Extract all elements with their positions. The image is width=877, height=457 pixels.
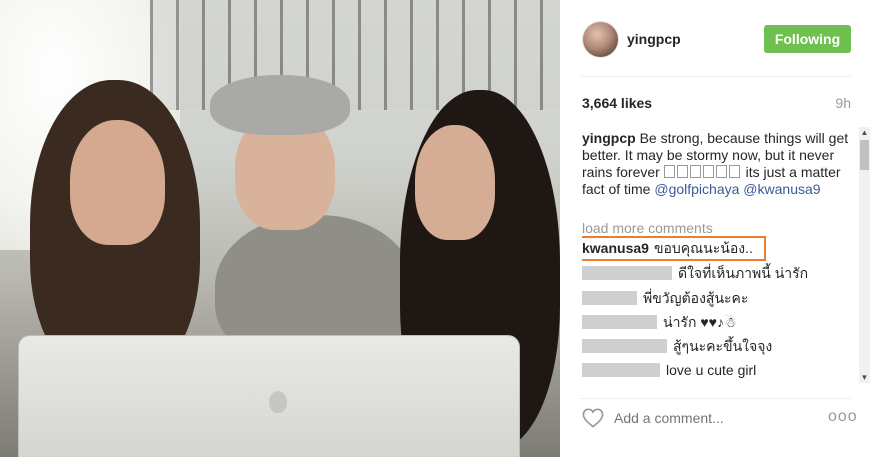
- comments-list: yingpcp Be strong, because things will g…: [582, 127, 857, 385]
- unsupported-glyphs: [663, 164, 742, 180]
- load-more-comments[interactable]: load more comments: [582, 220, 713, 237]
- post-footer: ooo: [560, 400, 877, 457]
- avatar[interactable]: [582, 21, 619, 58]
- header-divider: [580, 76, 851, 77]
- post-header: yingpcp Following: [560, 0, 877, 76]
- comment-text: ขอบคุณนะน้อง..: [653, 239, 753, 256]
- scroll-thumb[interactable]: [860, 140, 869, 170]
- more-options-icon[interactable]: ooo: [828, 408, 858, 426]
- blurred-username: [582, 266, 672, 280]
- mention-link[interactable]: @golfpichaya: [654, 181, 739, 197]
- comment-row: พี่ขวัญต้องสู้นะคะ: [582, 289, 748, 307]
- photo-face-left: [70, 120, 165, 245]
- comments-scrollbar[interactable]: ▲ ▼: [859, 127, 870, 383]
- mention-link[interactable]: @kwanusa9: [743, 181, 820, 197]
- following-button[interactable]: Following: [764, 25, 851, 53]
- blurred-username: [582, 363, 660, 377]
- comment-row: love u cute girl: [582, 361, 756, 379]
- comment-text: น่ารัก ♥♥♪☃: [663, 313, 737, 330]
- blurred-username: [582, 291, 637, 305]
- comment-text: ดีใจที่เห็นภาพนี้ น่ารัก: [678, 264, 809, 281]
- comment-row: สู้ๆนะคะขึ้นใจจุง: [582, 337, 772, 355]
- comment-username[interactable]: kwanusa9: [582, 240, 649, 257]
- comment-text: สู้ๆนะคะขึ้นใจจุง: [673, 337, 773, 354]
- post-side-panel: yingpcp Following 3,664 likes 9h yingpcp…: [560, 0, 877, 457]
- comment-text: พี่ขวัญต้องสู้นะคะ: [643, 289, 749, 306]
- photo-laptop: [18, 335, 520, 457]
- blurred-username: [582, 339, 667, 353]
- likes-count[interactable]: 3,664 likes: [582, 95, 652, 111]
- caption: yingpcp Be strong, because things will g…: [582, 130, 850, 198]
- header-username[interactable]: yingpcp: [627, 31, 681, 47]
- add-comment-input[interactable]: [614, 410, 804, 426]
- photo-face-right: [415, 125, 495, 240]
- footer-divider: [580, 398, 851, 399]
- comment-row: ดีใจที่เห็นภาพนี้ น่ารัก: [582, 264, 808, 282]
- scroll-up-icon[interactable]: ▲: [859, 127, 870, 138]
- blurred-username: [582, 315, 657, 329]
- post-photo[interactable]: [0, 0, 560, 457]
- comment-text: love u cute girl: [666, 361, 757, 378]
- scroll-down-icon[interactable]: ▼: [859, 372, 870, 383]
- post-time[interactable]: 9h: [835, 95, 851, 111]
- photo-cap: [210, 75, 350, 135]
- comment-row: kwanusa9 ขอบคุณนะน้อง..: [582, 239, 753, 257]
- comment-row: น่ารัก ♥♥♪☃: [582, 313, 737, 331]
- caption-username[interactable]: yingpcp: [582, 130, 636, 146]
- laptop-logo: [269, 391, 287, 413]
- heart-icon[interactable]: [582, 408, 604, 428]
